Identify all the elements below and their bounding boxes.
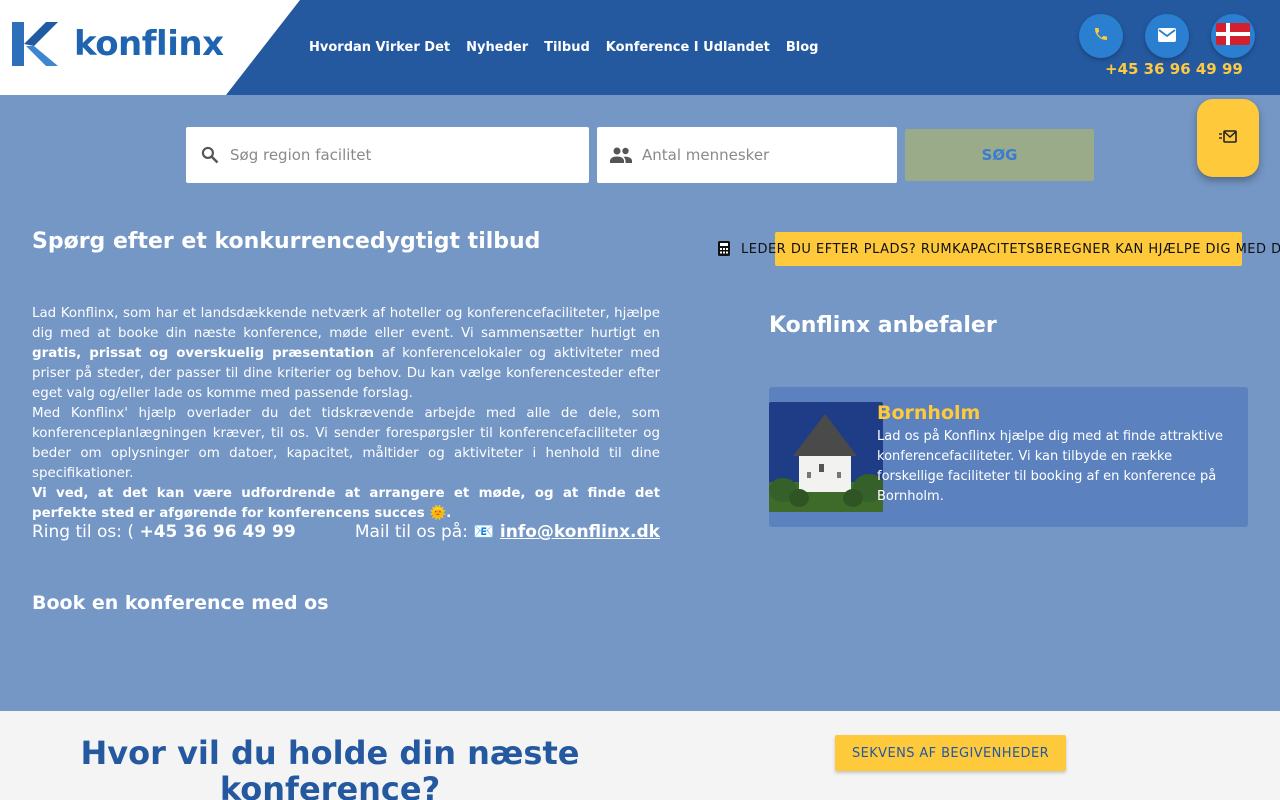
offer-heading: Spørg efter et konkurrencedygtigt tilbud xyxy=(32,229,541,254)
search-button[interactable]: SØG xyxy=(905,129,1094,181)
call-icon: ( xyxy=(127,522,135,542)
mail-address-link[interactable]: info@konflinx.dk xyxy=(500,522,660,542)
logo-icon[interactable] xyxy=(12,22,58,66)
nav-item-blog[interactable]: Blog xyxy=(786,40,819,55)
room-calculator-label[interactable]: LEDER DU EFTER PLADS? RUMKAPACITETSBEREG… xyxy=(741,242,1280,257)
calculator-icon xyxy=(718,241,730,260)
quote-request-floating-button[interactable] xyxy=(1197,99,1259,177)
logo-text[interactable]: konflinx xyxy=(74,24,224,64)
closing-paragraph: Vi ved, at det kan være udfordrende at a… xyxy=(32,486,660,521)
main-nav: Hvordan Virker Det Nyheder Tilbud Konfer… xyxy=(309,40,818,55)
intro-bold-text: gratis, prissat og overskuelig præsentat… xyxy=(32,346,375,361)
mail-label: Mail til os på: xyxy=(354,522,474,542)
phone-button[interactable] xyxy=(1079,14,1123,58)
recommendation-card[interactable]: Bornholm Lad os på Konflinx hjælpe dig m… xyxy=(769,387,1248,527)
people-count-input[interactable] xyxy=(640,145,884,165)
call-contact: Ring til os: ( +45 36 96 49 99 xyxy=(32,522,296,542)
nav-item-how-it-works[interactable]: Hvordan Virker Det xyxy=(309,40,450,55)
destination-heading: Hvor vil du holde din næste konference? xyxy=(80,734,580,800)
card-title[interactable]: Bornholm xyxy=(877,402,980,424)
danish-flag-icon xyxy=(1216,23,1250,49)
region-search-input[interactable] xyxy=(228,145,532,165)
search-icon xyxy=(200,145,220,165)
site-header: konflinx Hvordan Virker Det Nyheder Tilb… xyxy=(0,0,1280,95)
contact-row: Ring til os: ( +45 36 96 49 99 Mail til … xyxy=(32,522,660,542)
header-phone-number[interactable]: +45 36 96 49 99 xyxy=(1105,60,1243,78)
call-label: Ring til os: xyxy=(32,522,128,542)
book-heading: Book en konference med os xyxy=(32,592,329,614)
language-button[interactable] xyxy=(1211,14,1255,58)
region-search-box[interactable] xyxy=(186,127,589,183)
recommend-heading: Konflinx anbefaler xyxy=(769,313,997,338)
nav-item-conference-abroad[interactable]: Konference I Udlandet xyxy=(606,40,770,55)
people-icon xyxy=(610,147,632,163)
sequence-of-events-button[interactable]: SEKVENS AF BEGIVENHEDER xyxy=(835,735,1066,771)
intro-text: Lad Konflinx, som har et landsdækkende n… xyxy=(32,304,660,524)
second-paragraph: Med Konflinx' hjælp overlader du det tid… xyxy=(32,406,660,481)
mail-contact: Mail til os på: 📧 info@konflinx.dk xyxy=(355,522,660,542)
mail-emoji-icon: 📧 xyxy=(473,522,495,542)
nav-item-offers[interactable]: Tilbud xyxy=(544,40,590,55)
email-button[interactable] xyxy=(1145,14,1189,58)
call-number-link[interactable]: +45 36 96 49 99 xyxy=(139,522,295,542)
nav-item-news[interactable]: Nyheder xyxy=(466,40,528,55)
card-description: Lad os på Konflinx hjælpe dig med at fin… xyxy=(877,429,1224,504)
people-count-box[interactable] xyxy=(597,127,897,183)
bornholm-church-image[interactable] xyxy=(769,402,883,512)
phone-icon xyxy=(1093,26,1109,46)
mail-icon xyxy=(1158,27,1176,46)
quick-mail-icon xyxy=(1219,129,1237,148)
intro-paragraph-part: Lad Konflinx, som har et landsdækkende n… xyxy=(32,306,660,341)
logo-panel: konflinx xyxy=(0,0,300,95)
